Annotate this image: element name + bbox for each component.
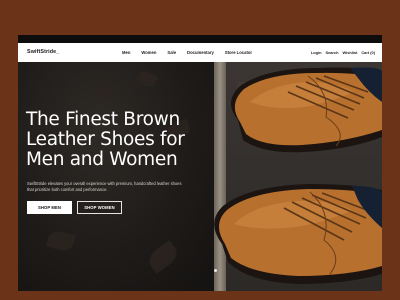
nav-link-store-locator[interactable]: Store Locator bbox=[225, 50, 252, 55]
hero-section: The Finest Brown Leather Shoes for Men a… bbox=[18, 62, 382, 291]
nav-link-women[interactable]: Women bbox=[141, 50, 156, 55]
search-link[interactable]: Search bbox=[326, 50, 339, 55]
hero-shoes-image bbox=[214, 67, 382, 284]
wishlist-link[interactable]: Wishlist bbox=[342, 50, 357, 55]
carousel-indicator-dot[interactable] bbox=[214, 269, 217, 272]
window-top-bar bbox=[18, 35, 382, 43]
nav-link-men[interactable]: Men bbox=[122, 50, 130, 55]
browser-window: SwiftStride_ Men Women Sale Documentary … bbox=[18, 35, 382, 291]
nav-links: Men Women Sale Documentary Store Locator bbox=[122, 43, 263, 62]
nav-utility-links: Login Search Wishlist Cart (0) bbox=[307, 43, 375, 62]
nav-link-documentary[interactable]: Documentary bbox=[187, 50, 214, 55]
cart-link[interactable]: Cart (0) bbox=[361, 50, 375, 55]
boot-lower bbox=[214, 184, 382, 284]
hero-description: SwiftStride elevates your overall experi… bbox=[27, 181, 182, 192]
boot-upper bbox=[230, 67, 382, 153]
hero-title: The Finest Brown Leather Shoes for Men a… bbox=[26, 109, 185, 170]
navbar: SwiftStride_ Men Women Sale Documentary … bbox=[18, 43, 382, 62]
brand-logo[interactable]: SwiftStride_ bbox=[27, 46, 59, 59]
login-link[interactable]: Login bbox=[311, 50, 322, 55]
shop-women-button[interactable]: SHOP WOMEN bbox=[77, 201, 122, 214]
nav-link-sale[interactable]: Sale bbox=[167, 50, 176, 55]
shop-men-button[interactable]: SHOP MEN bbox=[27, 201, 72, 214]
